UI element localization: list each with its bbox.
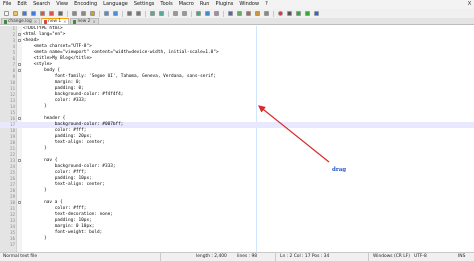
- close-window-icon[interactable]: X: [465, 0, 474, 9]
- save-macro-icon[interactable]: [312, 10, 320, 17]
- code-line[interactable]: 37: [0, 242, 474, 248]
- menu-item-encoding[interactable]: Encoding: [71, 0, 100, 9]
- toolbar-separator: [145, 10, 146, 17]
- stop-record-icon[interactable]: [285, 10, 293, 17]
- menu-item-plugins[interactable]: Plugins: [212, 0, 236, 9]
- status-encoding: UTF-8: [414, 254, 427, 259]
- print-icon[interactable]: [56, 10, 64, 17]
- save-all-icon[interactable]: [29, 10, 37, 17]
- tab-change-log[interactable]: change.log ×: [1, 18, 41, 25]
- cut-icon[interactable]: [70, 10, 78, 17]
- toolbar-separator: [191, 10, 192, 17]
- status-eol: Windows (CR LF): [373, 254, 410, 259]
- redo-icon[interactable]: [111, 10, 119, 17]
- status-lines: lines : 98: [237, 254, 258, 259]
- tab-bar: change.log × new 1 × new 2 ×: [0, 18, 474, 25]
- status-divider: [160, 253, 161, 261]
- replace-icon[interactable]: [134, 10, 142, 17]
- zoom-in-icon[interactable]: [148, 10, 156, 17]
- zoom-out-icon[interactable]: [157, 10, 165, 17]
- tab-close-icon[interactable]: ×: [63, 19, 66, 25]
- menu-item-macro[interactable]: Macro: [176, 0, 197, 9]
- status-filetype: Normal text file: [3, 254, 38, 259]
- unsaved-file-icon: [44, 19, 48, 24]
- fold-toggle-icon[interactable]: [18, 159, 21, 162]
- saved-file-icon: [4, 19, 7, 24]
- tab-label: new 2: [77, 18, 91, 24]
- sync-h-icon[interactable]: [180, 10, 188, 17]
- menu-item-[interactable]: ?: [262, 0, 271, 9]
- toolbar-separator: [122, 10, 123, 17]
- tab-close-icon[interactable]: ×: [34, 19, 37, 25]
- copy-icon[interactable]: [79, 10, 87, 17]
- toolbar-separator: [273, 10, 274, 17]
- fold-toggle-icon[interactable]: [18, 201, 21, 204]
- status-divider: [275, 253, 276, 261]
- lang-icon[interactable]: [226, 10, 234, 17]
- menu-item-language[interactable]: Language: [100, 0, 131, 9]
- tab-new-1[interactable]: new 1 ×: [41, 18, 70, 25]
- fold-toggle-icon[interactable]: [18, 117, 21, 120]
- undo-icon[interactable]: [102, 10, 110, 17]
- menu-item-tools[interactable]: Tools: [157, 0, 175, 9]
- menu-bar: File Edit Search View Encoding Language Settin…: [0, 0, 474, 9]
- monitor-icon[interactable]: [262, 10, 270, 17]
- editor-area[interactable]: 1 <!DOCTYPE html> 2 <html lang="en"> 3 <head>…: [0, 26, 474, 252]
- status-divider: [368, 253, 369, 261]
- tab-label: new 1: [48, 18, 62, 24]
- status-length: length : 2,400: [196, 254, 227, 259]
- toolbar-separator: [67, 10, 68, 17]
- folder-workspace-icon[interactable]: [253, 10, 261, 17]
- menu-item-search[interactable]: Search: [30, 0, 53, 9]
- fold-toggle-icon[interactable]: [18, 33, 21, 36]
- fold-toggle-icon[interactable]: [18, 63, 21, 66]
- status-position: Ln : 2 Col : 17 Pos : 34: [280, 254, 330, 259]
- run-macro-icon[interactable]: [303, 10, 311, 17]
- paste-icon[interactable]: [88, 10, 96, 17]
- menu-item-run[interactable]: Run: [197, 0, 213, 9]
- save-icon[interactable]: [20, 10, 28, 17]
- toolbar-separator: [99, 10, 100, 17]
- status-mode: INS: [458, 254, 466, 259]
- menu-item-window[interactable]: Window: [236, 0, 262, 9]
- drag-label: drag: [332, 167, 347, 173]
- doc-map-icon[interactable]: [235, 10, 243, 17]
- menu-item-view[interactable]: View: [53, 0, 71, 9]
- status-bar: Normal text file length : 2,400 lines : …: [0, 252, 474, 261]
- play-macro-icon[interactable]: [294, 10, 302, 17]
- tab-new-2[interactable]: new 2 ×: [70, 18, 99, 25]
- toolbar-separator: [168, 10, 169, 17]
- toolbar: [0, 9, 474, 18]
- indent-guide-icon[interactable]: [212, 10, 220, 17]
- sync-v-icon[interactable]: [171, 10, 179, 17]
- fold-toggle-icon[interactable]: [18, 69, 21, 72]
- open-file-icon[interactable]: [11, 10, 19, 17]
- close-all-icon[interactable]: [47, 10, 55, 17]
- close-icon[interactable]: [38, 10, 46, 17]
- menu-item-settings[interactable]: Settings: [131, 0, 158, 9]
- toolbar-separator: [223, 10, 224, 17]
- line-number: 37: [10, 242, 15, 247]
- saved-file-icon: [73, 19, 77, 24]
- func-list-icon[interactable]: [244, 10, 252, 17]
- menu-item-file[interactable]: File: [0, 0, 14, 9]
- code-lines: 1 <!DOCTYPE html> 2 <html lang="en"> 3 <head>…: [0, 26, 474, 248]
- tab-label: change.log: [8, 18, 32, 24]
- record-macro-icon[interactable]: [276, 10, 284, 17]
- new-file-icon[interactable]: [2, 10, 10, 17]
- tab-close-icon[interactable]: ×: [92, 19, 95, 25]
- find-icon[interactable]: [125, 10, 133, 17]
- word-wrap-icon[interactable]: [194, 10, 202, 17]
- menu-item-edit[interactable]: Edit: [14, 0, 30, 9]
- all-chars-icon[interactable]: [203, 10, 211, 17]
- fold-toggle-icon[interactable]: [18, 39, 21, 42]
